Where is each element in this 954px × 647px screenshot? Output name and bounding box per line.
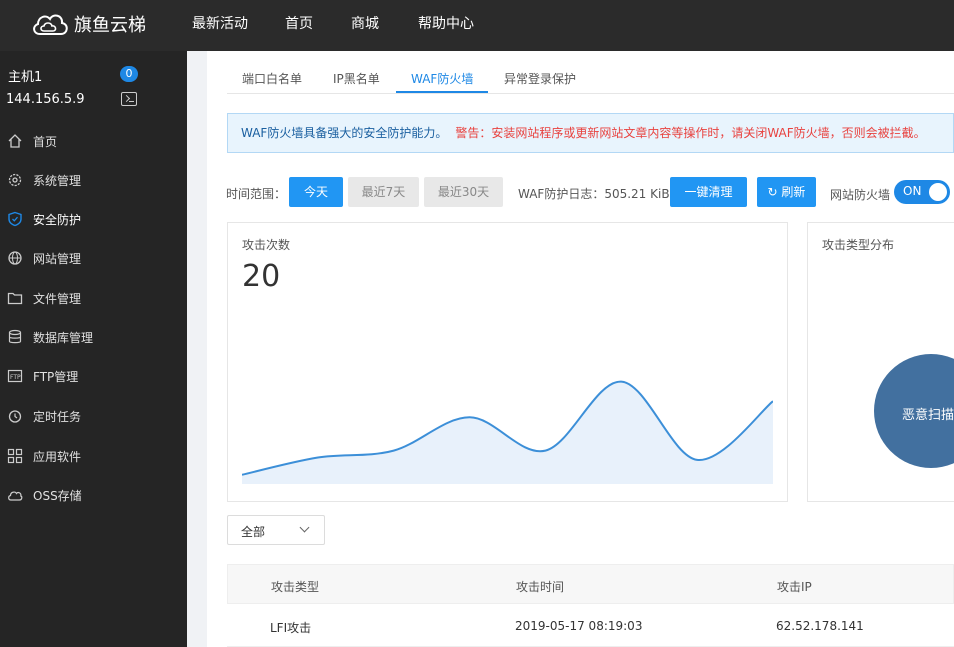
notice-text: WAF防火墙具备强大的安全防护能力。: [241, 126, 448, 140]
brand[interactable]: 旗鱼云梯: [30, 6, 146, 42]
column-header: 攻击类型: [271, 580, 320, 594]
attack-type-title: 攻击类型分布: [822, 238, 895, 252]
sidebar-item-label: OSS存储: [33, 488, 82, 503]
attack-type-card: 攻击类型分布 恶意扫描: [807, 222, 954, 502]
attack-count-value: 20: [242, 259, 281, 294]
pie-slice-label: 恶意扫描: [902, 408, 954, 423]
sidebar-item-label: 系统管理: [33, 173, 82, 188]
sidebar-item-oss[interactable]: OSS存储: [0, 479, 187, 511]
clock-icon: [8, 410, 22, 423]
sidebar-item-apps[interactable]: 应用软件: [0, 440, 187, 472]
sidebar-item-label: FTP管理: [33, 369, 79, 384]
gear-icon: [8, 173, 22, 187]
firewall-toggle[interactable]: ON: [894, 180, 950, 204]
tab-ip-blacklist[interactable]: IP黑名单: [333, 70, 380, 87]
sidebar-item-label: 网站管理: [33, 251, 82, 266]
waf-log-size: WAF防护日志：505.21 KiB: [518, 187, 670, 201]
cloud-storage-icon: [8, 491, 23, 501]
sidebar-item-label: 应用软件: [33, 449, 82, 464]
toggle-state: ON: [903, 184, 922, 198]
waf-notice: WAF防火墙具备强大的安全防护能力。 警告：安装网站程序或更新网站文章内容等操作时…: [227, 113, 954, 153]
svg-text:FTP: FTP: [10, 374, 21, 381]
cell-attack-type: LFI攻击: [270, 621, 312, 635]
terminal-icon[interactable]: [121, 92, 137, 106]
sidebar-item-label: 首页: [33, 134, 58, 149]
refresh-label: 刷新: [781, 185, 806, 199]
column-header: 攻击时间: [516, 580, 565, 594]
sidebar-item-label: 定时任务: [33, 409, 82, 424]
host-name[interactable]: 主机1: [8, 66, 42, 85]
attack-type-filter[interactable]: 全部: [227, 515, 325, 545]
last-7-days-button[interactable]: 最近7天: [348, 177, 419, 207]
tab-bar: 端口白名单 IP黑名单 WAF防火墙 异常登录保护: [227, 51, 954, 94]
sidebar-item-home[interactable]: 首页: [0, 125, 187, 157]
refresh-button[interactable]: ↻ 刷新: [757, 177, 816, 207]
refresh-icon: ↻: [767, 185, 782, 199]
tab-waf-firewall[interactable]: WAF防火墙: [411, 70, 473, 87]
tab-abnormal-login[interactable]: 异常登录保护: [504, 70, 576, 87]
sidebar-item-system[interactable]: 系统管理: [0, 164, 187, 196]
database-icon: [8, 329, 22, 344]
site-firewall-label: 网站防火墙: [830, 188, 891, 202]
clear-log-button[interactable]: 一键清理: [670, 177, 747, 207]
cell-attack-ip[interactable]: 62.52.178.141: [776, 619, 864, 633]
time-range-label: 时间范围：: [226, 187, 287, 201]
topnav-store[interactable]: 商城: [351, 13, 379, 33]
cell-attack-time: 2019-05-17 08:19:03: [515, 619, 643, 633]
table-row: LFI攻击 2019-05-17 08:19:03 62.52.178.141: [227, 604, 954, 647]
chart-area-fill: [242, 381, 773, 484]
sidebar-item-label: 数据库管理: [33, 330, 94, 345]
column-header: 攻击IP: [777, 580, 812, 594]
sidebar-item-database[interactable]: 数据库管理: [0, 321, 187, 353]
sidebar-item-files[interactable]: 文件管理: [0, 282, 187, 314]
sidebar-item-ftp[interactable]: FTP FTP管理: [0, 360, 187, 392]
globe-icon: [8, 251, 22, 265]
toggle-knob: [929, 183, 947, 201]
host-badge: 0: [120, 66, 138, 82]
topnav-latest-activities[interactable]: 最新活动: [192, 13, 248, 33]
topnav-home[interactable]: 首页: [285, 13, 313, 33]
tab-port-whitelist[interactable]: 端口白名单: [242, 70, 302, 87]
last-30-days-button[interactable]: 最近30天: [424, 177, 503, 207]
brand-name: 旗鱼云梯: [74, 15, 146, 36]
table-header: 攻击类型 攻击时间 攻击IP: [227, 564, 954, 604]
attack-trend-chart: [242, 380, 773, 484]
folder-icon: [7, 292, 23, 305]
sidebar: 主机1 0 144.156.5.9 首页 系统管理 安全防护 网站管理 文件管理…: [0, 51, 187, 647]
attack-count-card: 攻击次数 20: [227, 222, 788, 502]
home-icon: [8, 134, 22, 148]
sidebar-item-label: 安全防护: [33, 212, 82, 227]
attack-count-title: 攻击次数: [242, 238, 291, 252]
sidebar-item-website[interactable]: 网站管理: [0, 242, 187, 274]
shield-icon: [8, 211, 22, 227]
sidebar-item-security[interactable]: 安全防护: [0, 203, 187, 235]
topnav-help-center[interactable]: 帮助中心: [418, 13, 474, 33]
filter-selected-value: 全部: [241, 525, 266, 539]
today-button[interactable]: 今天: [289, 177, 343, 207]
apps-icon: [7, 448, 23, 464]
notice-warning: 警告：安装网站程序或更新网站文章内容等操作时，请关闭WAF防火墙，否则会被拦截。: [455, 126, 926, 140]
active-tab-indicator: [396, 91, 488, 93]
chevron-down-icon: [299, 522, 310, 533]
ftp-icon: FTP: [7, 369, 23, 383]
main-content: 端口白名单 IP黑名单 WAF防火墙 异常登录保护 WAF防火墙具备强大的安全防…: [207, 51, 954, 647]
sidebar-item-cron[interactable]: 定时任务: [0, 400, 187, 432]
top-bar: 旗鱼云梯 最新活动 首页 商城 帮助中心: [0, 0, 954, 51]
host-ip: 144.156.5.9: [6, 92, 85, 107]
sidebar-item-label: 文件管理: [33, 291, 82, 306]
cloud-logo-icon: [33, 14, 68, 35]
